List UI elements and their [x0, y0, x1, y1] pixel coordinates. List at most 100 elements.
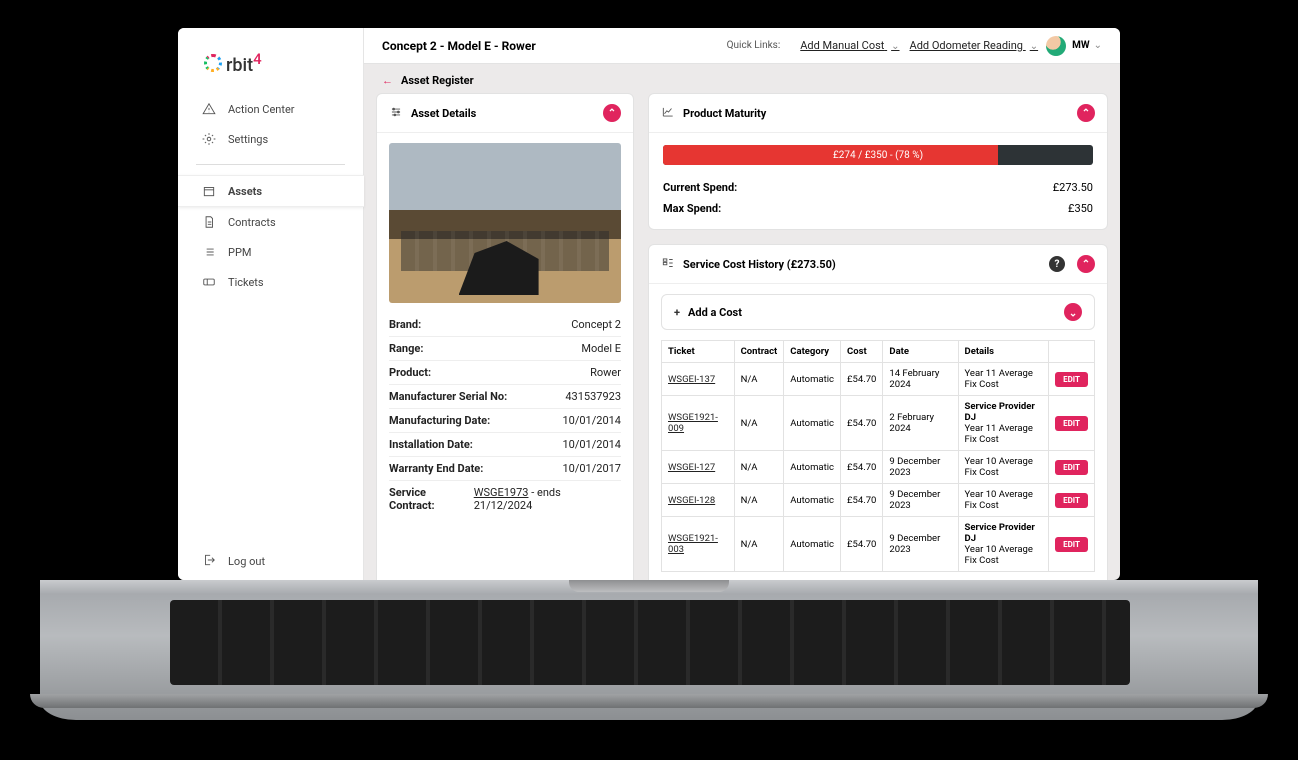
cell-details: Year 11 Average Fix Cost	[958, 363, 1049, 396]
avatar[interactable]	[1046, 36, 1066, 56]
cell-action: EDIT	[1049, 517, 1095, 572]
progress-label: £274 / £350 - (78 %)	[833, 150, 923, 161]
nav-ppm[interactable]: PPM	[178, 237, 363, 267]
app-root: rbit4 Action Center Settings Assets	[178, 28, 1120, 580]
nav-label: Settings	[228, 133, 268, 146]
cell-contract: N/A	[734, 517, 784, 572]
logout-button[interactable]: Log out	[178, 543, 363, 580]
cell-cost: £54.70	[841, 484, 883, 517]
cell-category: Automatic	[784, 396, 841, 451]
back-arrow-icon[interactable]: ←	[382, 74, 393, 87]
card-header: Service Cost History (£273.50) ? ⌃	[649, 245, 1107, 284]
cell-details: Year 10 Average Fix Cost	[958, 451, 1049, 484]
nav-contracts[interactable]: Contracts	[178, 207, 363, 237]
card-header: Product Maturity ⌃	[649, 94, 1107, 133]
table-row: WSGEI-128N/AAutomatic£54.709 December 20…	[662, 484, 1095, 517]
kv-product: Product:Rower	[389, 361, 621, 385]
th-contract: Contract	[734, 341, 784, 363]
page-title: Concept 2 - Model E - Rower	[382, 39, 536, 53]
nav-label: Assets	[228, 185, 262, 198]
nav-action-center[interactable]: Action Center	[178, 94, 363, 124]
cell-action: EDIT	[1049, 484, 1095, 517]
breadcrumb: ← Asset Register	[364, 64, 1120, 93]
ticket-link[interactable]: WSGE1921-003	[668, 533, 718, 555]
logo: rbit4	[178, 28, 363, 94]
asset-photo	[389, 143, 621, 303]
collapse-button[interactable]: ⌃	[1077, 104, 1095, 122]
nav-assets[interactable]: Assets	[178, 175, 364, 207]
kv-serial: Manufacturer Serial No:431537923	[389, 385, 621, 409]
kv-contract: Service Contract: WSGE1973 - ends 21/12/…	[389, 481, 621, 517]
nav-tickets[interactable]: Tickets	[178, 267, 363, 297]
ticket-link[interactable]: WSGEI-128	[668, 495, 715, 506]
edit-button[interactable]: EDIT	[1055, 416, 1088, 431]
nav-label: PPM	[228, 246, 251, 259]
edit-button[interactable]: EDIT	[1055, 537, 1088, 552]
right-column: Product Maturity ⌃ £274 / £350 - (78 %) …	[648, 93, 1108, 580]
cell-cost: £54.70	[841, 517, 883, 572]
card-header: Asset Details ⌃	[377, 94, 633, 133]
cell-contract: N/A	[734, 396, 784, 451]
kv-brand: Brand:Concept 2	[389, 313, 621, 337]
laptop-keyboard	[170, 600, 1130, 685]
th-actions	[1049, 341, 1095, 363]
quick-links-label: Quick Links:	[727, 40, 781, 51]
add-manual-cost-link[interactable]: Add Manual Cost ⌄	[800, 39, 899, 52]
edit-button[interactable]: EDIT	[1055, 372, 1088, 387]
cell-action: EDIT	[1049, 363, 1095, 396]
card-title: Service Cost History (£273.50)	[683, 258, 836, 271]
user-initials: MW	[1072, 40, 1090, 51]
service-cost-card: Service Cost History (£273.50) ? ⌃ + Add…	[648, 244, 1108, 580]
chart-line-icon	[661, 105, 675, 122]
chevron-down-icon[interactable]: ⌄	[1094, 40, 1102, 51]
breadcrumb-label: Asset Register	[401, 74, 474, 87]
collapse-button[interactable]: ⌃	[1077, 255, 1095, 273]
product-maturity-card: Product Maturity ⌃ £274 / £350 - (78 %) …	[648, 93, 1108, 230]
cell-cost: £54.70	[841, 396, 883, 451]
edit-button[interactable]: EDIT	[1055, 493, 1088, 508]
cell-date: 9 December 2023	[883, 451, 958, 484]
nav-label: Contracts	[228, 216, 276, 229]
kv-mfg-date: Manufacturing Date:10/01/2014	[389, 409, 621, 433]
expand-button[interactable]: ⌃	[1064, 303, 1082, 321]
table-row: WSGE1921-009 N/AAutomatic£54.702 February…	[662, 396, 1095, 451]
cell-category: Automatic	[784, 517, 841, 572]
ticket-link[interactable]: WSGEI-127	[668, 462, 715, 473]
th-cost: Cost	[841, 341, 883, 363]
ticket-icon	[202, 275, 216, 289]
collapse-button[interactable]: ⌃	[603, 104, 621, 122]
cell-category: Automatic	[784, 451, 841, 484]
service-contract-link[interactable]: WSGE1973	[474, 486, 529, 499]
th-category: Category	[784, 341, 841, 363]
card-title: Product Maturity	[683, 107, 766, 120]
cell-cost: £54.70	[841, 451, 883, 484]
table-row: WSGEI-137N/AAutomatic£54.7014 February 2…	[662, 363, 1095, 396]
nav-label: Action Center	[228, 103, 295, 116]
cell-date: 2 February 2024	[883, 396, 958, 451]
current-spend-row: Current Spend:£273.50	[663, 177, 1093, 198]
nav-settings[interactable]: Settings	[178, 124, 363, 154]
nav-label: Tickets	[228, 276, 264, 289]
cell-details: Year 10 Average Fix Cost	[958, 484, 1049, 517]
ticket-link[interactable]: WSGE1921-009	[668, 412, 718, 434]
cell-date: 9 December 2023	[883, 484, 958, 517]
max-spend-row: Max Spend:£350	[663, 198, 1093, 219]
add-odometer-link[interactable]: Add Odometer Reading ⌄	[910, 39, 1039, 52]
edit-button[interactable]: EDIT	[1055, 460, 1088, 475]
cell-cost: £54.70	[841, 363, 883, 396]
plus-icon: +	[674, 306, 680, 319]
cell-details: Service Provider DJYear 11 Average Fix C…	[958, 396, 1049, 451]
ticket-link[interactable]: WSGEI-137	[668, 374, 715, 385]
add-cost-toggle[interactable]: + Add a Cost ⌃	[661, 294, 1095, 330]
cell-contract: N/A	[734, 363, 784, 396]
alert-triangle-icon	[202, 102, 216, 116]
cell-details: Service Provider DJYear 10 Average Fix C…	[958, 517, 1049, 572]
logout-icon	[202, 553, 216, 570]
maturity-progress: £274 / £350 - (78 %)	[663, 145, 1093, 165]
help-icon[interactable]: ?	[1049, 256, 1065, 272]
cell-date: 14 February 2024	[883, 363, 958, 396]
box-icon	[202, 184, 216, 198]
th-details: Details	[958, 341, 1049, 363]
asset-details-card: Asset Details ⌃ Brand:Concept 2 Range:Mo…	[376, 93, 634, 580]
kv-install-date: Installation Date:10/01/2014	[389, 433, 621, 457]
